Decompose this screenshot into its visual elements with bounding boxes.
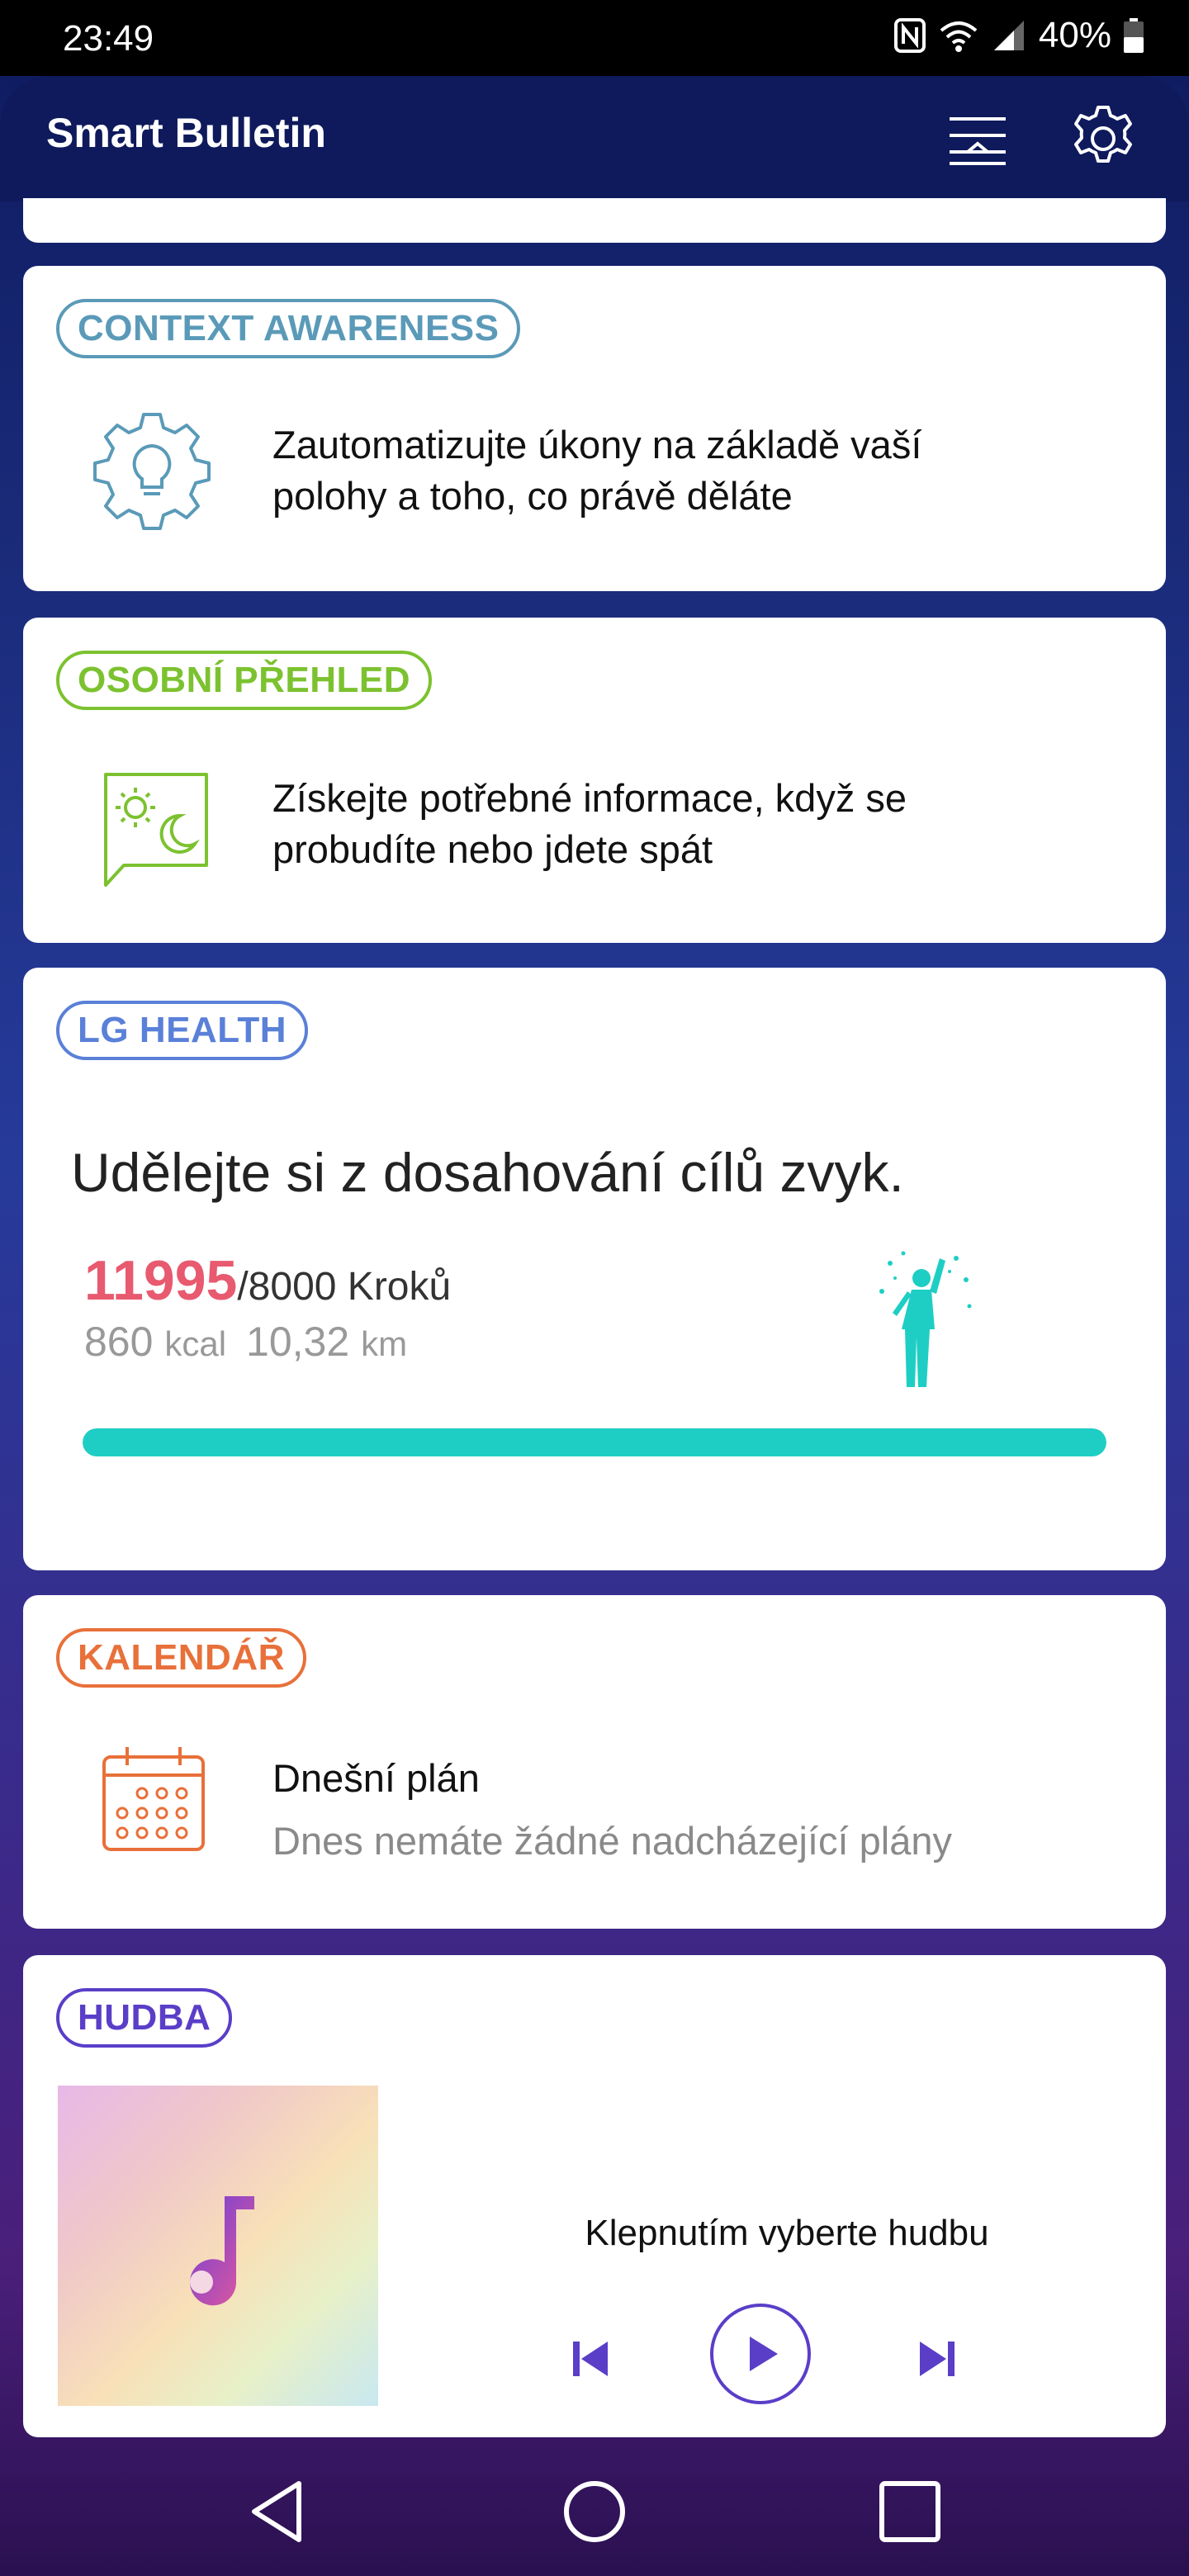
home-icon[interactable] bbox=[555, 2472, 634, 2551]
day-night-icon bbox=[104, 773, 208, 887]
gear-icon[interactable] bbox=[1068, 104, 1138, 173]
steps-progress-fill bbox=[83, 1428, 1106, 1456]
wifi-icon bbox=[940, 21, 978, 52]
context-awareness-chip: CONTEXT AWARENESS bbox=[56, 299, 521, 358]
lg-health-card[interactable]: LG HEALTH Udělejte si z dosahování cílů … bbox=[23, 968, 1166, 1570]
previous-card[interactable] bbox=[23, 198, 1166, 243]
nfc-icon bbox=[893, 18, 926, 53]
status-bar: 23:49 40% bbox=[0, 0, 1189, 76]
context-awareness-card[interactable]: CONTEXT AWARENESS Zautomatizujte úkony n… bbox=[23, 266, 1166, 591]
calendar-icon bbox=[102, 1747, 205, 1851]
status-icons: 40% bbox=[893, 15, 1144, 56]
kcal-value: 860 bbox=[84, 1319, 154, 1365]
context-awareness-line1: Zautomatizujte úkony na základě vaší bbox=[272, 423, 922, 466]
lightbulb-gear-icon bbox=[93, 413, 211, 530]
calendar-subtitle: Dnes nemáte žádné nadcházející plány bbox=[272, 1819, 953, 1863]
calendar-title: Dnešní plán bbox=[272, 1756, 480, 1800]
steps-count: 11995 /8000 Kroků bbox=[84, 1248, 451, 1313]
steps-progress-bar bbox=[83, 1428, 1106, 1456]
steps-value: 11995 bbox=[84, 1249, 238, 1312]
personal-overview-chip: OSOBNÍ PŘEHLED bbox=[56, 651, 433, 710]
calendar-text: Dnešní plán Dnes nemáte žádné nadcházejí… bbox=[272, 1747, 952, 1873]
calendar-chip: KALENDÁŘ bbox=[56, 1628, 306, 1688]
battery-percent: 40% bbox=[1038, 15, 1111, 55]
next-track-icon[interactable] bbox=[913, 2335, 961, 2383]
calendar-card[interactable]: KALENDÁŘ Dnešní plán Dnes nemáte žádné n… bbox=[23, 1595, 1166, 1929]
back-icon[interactable] bbox=[239, 2472, 319, 2551]
music-prompt[interactable]: Klepnutím vyberte hudbu bbox=[444, 2213, 1130, 2254]
context-awareness-text: Zautomatizujte úkony na základě vaší pol… bbox=[272, 419, 921, 522]
music-card[interactable]: HUDBA Klepnutím vyberte hudbu bbox=[23, 1955, 1166, 2437]
personal-overview-line2: probudíte nebo jdete spát bbox=[272, 827, 713, 871]
km-value: 10,32 bbox=[246, 1319, 350, 1365]
previous-track-icon[interactable] bbox=[566, 2335, 614, 2383]
music-chip: HUDBA bbox=[56, 1988, 233, 2048]
health-stats: 860 kcal 10,32 km bbox=[84, 1318, 407, 1366]
context-awareness-line2: polohy a toho, co právě děláte bbox=[272, 474, 793, 518]
battery-icon bbox=[1124, 18, 1144, 53]
health-title: Udělejte si z dosahování cílů zvyk. bbox=[71, 1142, 904, 1203]
status-time: 23:49 bbox=[63, 18, 154, 59]
personal-overview-text: Získejte potřebné informace, když se pro… bbox=[272, 773, 907, 875]
navigation-bar bbox=[0, 2447, 1189, 2576]
music-note-icon bbox=[190, 2196, 254, 2306]
album-art[interactable] bbox=[58, 2086, 378, 2406]
signal-icon bbox=[993, 21, 1024, 50]
kcal-unit: kcal bbox=[164, 1324, 227, 1363]
play-button[interactable] bbox=[708, 2302, 812, 2406]
app-header: Smart Bulletin bbox=[0, 76, 1189, 201]
personal-overview-card[interactable]: OSOBNÍ PŘEHLED Získejte potřebné informa… bbox=[23, 618, 1166, 943]
app-title: Smart Bulletin bbox=[46, 110, 326, 156]
celebrating-person-icon bbox=[879, 1251, 972, 1387]
steps-goal: /8000 Kroků bbox=[237, 1265, 452, 1309]
km-unit: km bbox=[361, 1324, 408, 1363]
recents-icon[interactable] bbox=[870, 2472, 950, 2551]
lg-health-chip: LG HEALTH bbox=[56, 1001, 308, 1060]
personal-overview-line1: Získejte potřebné informace, když se bbox=[272, 776, 907, 820]
filter-icon[interactable] bbox=[943, 104, 1012, 173]
